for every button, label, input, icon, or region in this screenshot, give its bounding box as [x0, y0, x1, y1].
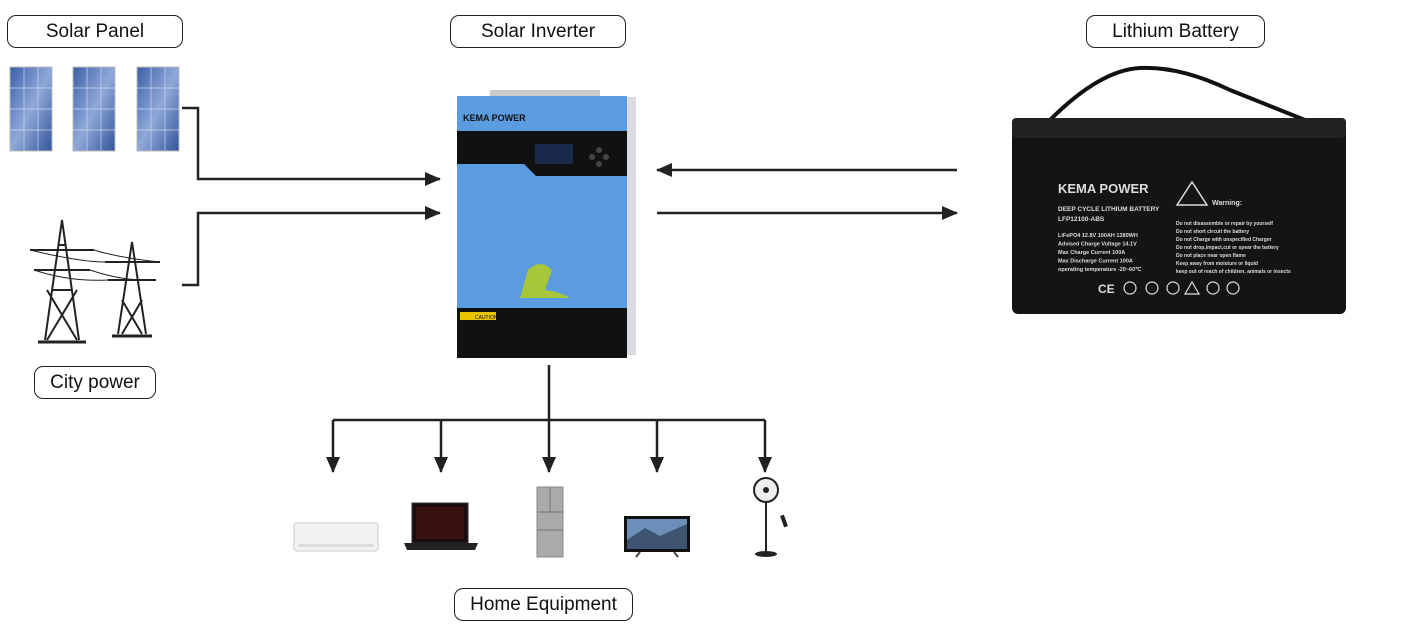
solar-panel-icon [72, 66, 116, 152]
battery-warning-line: keep out of reach of children, animals o… [1176, 269, 1291, 275]
laptop-icon [404, 502, 478, 550]
lithium-battery-image: KEMA POWER DEEP CYCLE LITHIUM BATTERY LF… [1012, 65, 1346, 314]
battery-warning-line: Keep away from moisture or liquid [1176, 261, 1258, 267]
battery-warning-line: Do not disassemble or repair by yourself [1176, 221, 1273, 227]
power-tower-icon [29, 219, 161, 344]
inverter-output-line [333, 365, 765, 422]
inverter-caution: CAUTION [475, 315, 498, 321]
diagram-canvas: KEMA POWER CAUTION KEMA POWER DEEP CYCLE… [9, 65, 1346, 558]
inverter-brand: KEMA POWER [463, 113, 526, 123]
battery-warning-line: Do not short circuit the battery [1176, 229, 1249, 235]
battery-spec-line: Advised Charge Voltage 14.1V [1058, 242, 1137, 248]
solar-inverter-image: KEMA POWER CAUTION [457, 90, 636, 358]
battery-ce-mark: CE [1098, 282, 1115, 296]
battery-warning-line: Do not Charge with unspecified Charger [1176, 237, 1272, 243]
solar-panel-icon [136, 66, 180, 152]
solar-panel-icon [9, 66, 53, 152]
battery-brand: KEMA POWER [1058, 181, 1149, 196]
air-conditioner-icon [293, 522, 379, 552]
electric-fan-icon [753, 477, 788, 557]
battery-spec-line: Max Charge Current 100A [1058, 250, 1125, 256]
battery-spec-line: LiFePO4 12.8V 100AH 1280WH [1058, 233, 1138, 239]
solar-to-inverter-arrow [182, 106, 441, 186]
battery-spec-line: Max Discharge Current 100A [1058, 259, 1133, 265]
battery-warning-title: Warning: [1212, 200, 1242, 207]
refrigerator-icon [536, 486, 564, 558]
solar-panel-icons [9, 66, 180, 152]
city-to-inverter-arrow [182, 206, 441, 287]
battery-type: DEEP CYCLE LITHIUM BATTERY [1058, 206, 1160, 213]
television-icon [624, 516, 690, 558]
battery-warning-line: Do not drop,impact,cut or spear the batt… [1176, 245, 1279, 251]
battery-warning-line: Do not place near open flame [1176, 253, 1246, 259]
battery-spec-line: operating temperature -20~60℃ [1058, 266, 1142, 273]
battery-model: LFP12100-ABS [1058, 216, 1105, 223]
